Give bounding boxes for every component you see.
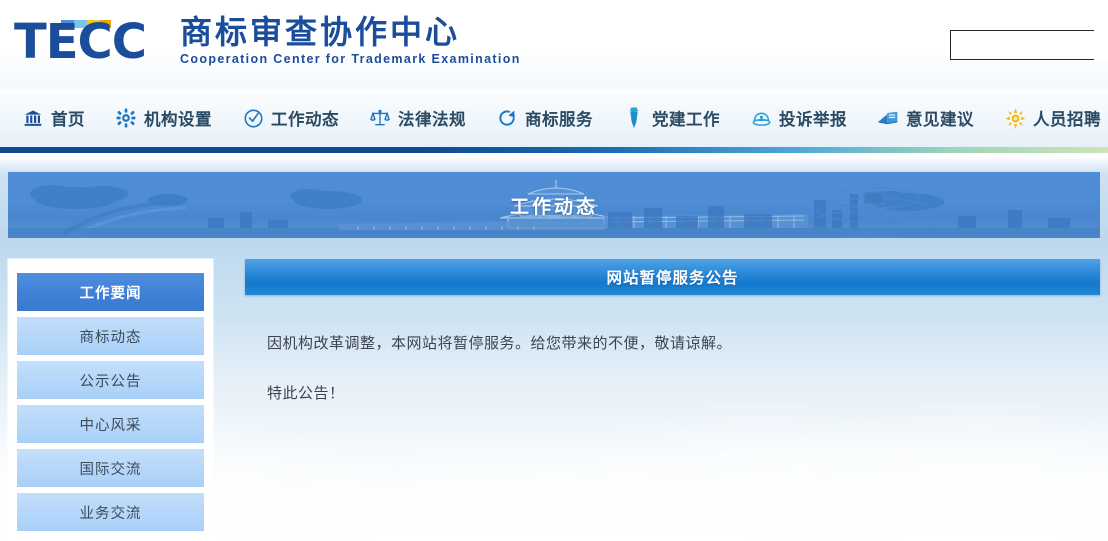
nav-item-trademark-service[interactable]: 商标服务 bbox=[496, 106, 593, 130]
nav-item-organization[interactable]: 机构设置 bbox=[115, 106, 212, 130]
tecc-logo-icon: TECC bbox=[14, 12, 164, 70]
gear-icon bbox=[115, 107, 137, 129]
site-title-chinese: 商标审查协作中心 bbox=[180, 13, 461, 52]
nav-item-recruitment[interactable]: 人员招聘 bbox=[1004, 106, 1101, 130]
sidebar-item-work-highlights[interactable]: 工作要闻 bbox=[17, 273, 204, 311]
sidebar-item-label: 公示公告 bbox=[79, 373, 142, 390]
clock-check-icon bbox=[242, 107, 264, 129]
logo-wordmark: TECC bbox=[14, 14, 147, 70]
nav-label: 投诉举报 bbox=[779, 110, 847, 129]
nav-label: 工作动态 bbox=[271, 110, 339, 129]
site-title-english: Cooperation Center for Trademark Examina… bbox=[180, 52, 521, 66]
envelope-mail-icon bbox=[877, 107, 899, 129]
article-title: 网站暂停服务公告 bbox=[606, 269, 739, 287]
nav-label: 党建工作 bbox=[652, 110, 720, 129]
sidebar-item-business-exchange[interactable]: 业务交流 bbox=[17, 493, 204, 531]
sunburst-icon bbox=[1004, 107, 1026, 129]
sidebar-menu: 工作要闻 商标动态 公示公告 中心风采 国际交流 业务交流 bbox=[8, 259, 213, 541]
search-input[interactable] bbox=[951, 31, 1108, 59]
nav-label: 意见建议 bbox=[906, 110, 974, 129]
nav-label: 机构设置 bbox=[144, 110, 212, 129]
nav-item-work-updates[interactable]: 工作动态 bbox=[242, 106, 339, 130]
article-body: 因机构改革调整，本网站将暂停服务。给您带来的不便，敬请谅解。 特此公告！ bbox=[245, 295, 1100, 405]
sidebar-item-public-notices[interactable]: 公示公告 bbox=[17, 361, 204, 399]
article-paragraph: 因机构改革调整，本网站将暂停服务。给您带来的不便，敬请谅解。 bbox=[267, 334, 733, 352]
sidebar-item-trademark-news[interactable]: 商标动态 bbox=[17, 317, 204, 355]
nav-label: 人员招聘 bbox=[1033, 110, 1101, 129]
nav-item-laws[interactable]: 法律法规 bbox=[369, 106, 466, 130]
sidebar-item-label: 中心风采 bbox=[79, 417, 142, 434]
sidebar-item-label: 商标动态 bbox=[79, 329, 142, 346]
article-paragraph: 特此公告！ bbox=[267, 384, 345, 402]
sidebar-item-international-exchange[interactable]: 国际交流 bbox=[17, 449, 204, 487]
sidebar-item-center-style[interactable]: 中心风采 bbox=[17, 405, 204, 443]
main-content: 网站暂停服务公告 因机构改革调整，本网站将暂停服务。给您带来的不便，敬请谅解。 … bbox=[245, 259, 1100, 431]
brand-titles: 商标审查协作中心 Cooperation Center for Trademar… bbox=[180, 13, 521, 70]
nav-label: 法律法规 bbox=[398, 110, 466, 129]
page-banner: 工作动态 bbox=[8, 172, 1100, 238]
nav-item-complaints[interactable]: 投诉举报 bbox=[750, 106, 847, 130]
article-title-bar: 网站暂停服务公告 bbox=[245, 259, 1100, 295]
brand-lockup[interactable]: TECC 商标审查协作中心 Cooperation Center for Tra… bbox=[14, 12, 521, 70]
nav-item-party-building[interactable]: 党建工作 bbox=[623, 106, 720, 130]
sidebar-item-label: 工作要闻 bbox=[79, 285, 142, 302]
nav-item-suggestions[interactable]: 意见建议 bbox=[877, 106, 974, 130]
banner-title: 工作动态 bbox=[509, 195, 598, 218]
refresh-circle-icon bbox=[496, 107, 518, 129]
home-building-icon bbox=[22, 107, 44, 129]
scales-balance-icon bbox=[369, 107, 391, 129]
main-navigation: 首页 机构设置 工作动态 法律法规 商标服务 党建工作 投诉举报 意见建议 人员… bbox=[0, 89, 1108, 153]
nav-label: 首页 bbox=[51, 110, 85, 129]
nav-list: 首页 机构设置 工作动态 法律法规 商标服务 党建工作 投诉举报 意见建议 人员… bbox=[0, 89, 1108, 147]
necktie-icon bbox=[623, 107, 645, 129]
sidebar-item-label: 业务交流 bbox=[79, 505, 142, 522]
police-cap-icon bbox=[750, 107, 772, 129]
nav-bottom-rule bbox=[0, 147, 1108, 153]
site-header: TECC 商标审查协作中心 Cooperation Center for Tra… bbox=[0, 0, 1108, 89]
nav-item-home[interactable]: 首页 bbox=[22, 106, 85, 130]
search-box[interactable] bbox=[950, 30, 1108, 60]
nav-label: 商标服务 bbox=[525, 110, 593, 129]
sidebar-item-label: 国际交流 bbox=[79, 461, 142, 478]
